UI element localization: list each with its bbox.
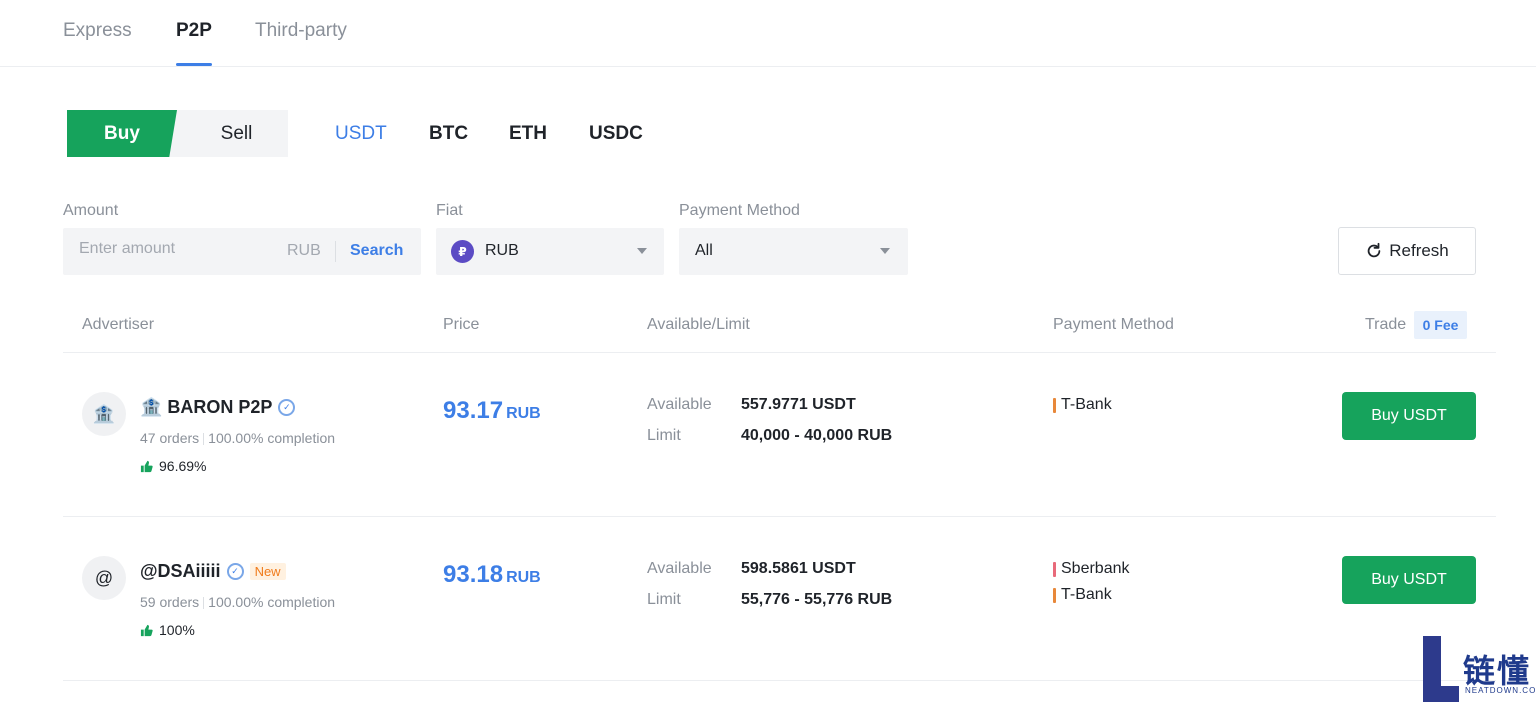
amount-divider xyxy=(335,241,336,262)
zero-fee-badge: 0 Fee xyxy=(1414,311,1467,339)
payment-color-bar xyxy=(1053,587,1056,603)
payment-method-value: All xyxy=(695,242,713,259)
rating-value: 96.69% xyxy=(159,458,207,474)
limit-value: 55,776 - 55,776 RUB xyxy=(741,591,893,608)
verified-icon: ✓ xyxy=(226,563,244,580)
amount-unit: RUB xyxy=(287,242,321,259)
chevron-down-icon xyxy=(637,248,647,254)
payment-method-label: Payment Method xyxy=(679,202,800,219)
watermark-logo: 链懂 NEATDOWN.COM xyxy=(1423,636,1536,705)
tab-express[interactable]: Express xyxy=(63,20,132,42)
refresh-icon xyxy=(1367,242,1381,258)
fiat-label: Fiat xyxy=(436,202,463,219)
refresh-button[interactable]: Refresh xyxy=(1338,227,1476,275)
available-label: Available xyxy=(647,560,712,577)
payment-method-select[interactable]: All xyxy=(679,228,908,275)
payment-method-tag: Sberbank xyxy=(1053,560,1130,578)
buy-usdt-button[interactable]: Buy USDT xyxy=(1342,556,1476,604)
thumbs-up-icon xyxy=(140,460,153,472)
header-trade: Trade xyxy=(1365,316,1407,333)
search-button[interactable]: Search xyxy=(350,242,403,260)
ruble-icon: ₽ xyxy=(451,240,474,263)
table-row: 🏦 🏦 BARON P2P ✓ 47 orders 100.00% complet… xyxy=(0,353,1536,516)
avatar: 🏦 xyxy=(82,392,126,436)
coin-tab-btc[interactable]: BTC xyxy=(429,123,468,145)
divider xyxy=(63,680,1496,681)
payment-method-name: T-Bank xyxy=(1061,586,1112,603)
buy-usdt-button[interactable]: Buy USDT xyxy=(1342,392,1476,440)
watermark-l-base xyxy=(1423,686,1459,702)
fiat-value: RUB xyxy=(485,242,519,259)
payment-method-tag: T-Bank xyxy=(1053,586,1112,604)
price-value: 93.18 xyxy=(443,561,504,588)
new-badge: New xyxy=(249,563,286,580)
stats-divider xyxy=(203,433,205,446)
amount-field: RUB Search xyxy=(63,228,421,275)
advertiser-name-text: 🏦 BARON P2P xyxy=(140,397,273,417)
sell-toggle-button[interactable]: Sell xyxy=(185,110,288,157)
price-value: 93.17 xyxy=(443,397,504,424)
payment-method-name: T-Bank xyxy=(1061,396,1112,413)
buy-sell-toggle: Buy Sell xyxy=(67,110,288,157)
amount-label: Amount xyxy=(63,202,119,219)
limit-value: 40,000 - 40,000 RUB xyxy=(741,427,893,444)
stats-divider xyxy=(203,597,205,610)
coin-tab-usdt[interactable]: USDT xyxy=(335,123,387,145)
header-payment-method: Payment Method xyxy=(1053,316,1174,333)
advertiser-name[interactable]: @DSAiiiii ✓ New xyxy=(140,561,286,582)
avatar: @ xyxy=(82,556,126,600)
orders-count: 59 orders xyxy=(140,594,200,610)
completion-rate: 100.00% completion xyxy=(208,430,336,446)
refresh-label: Refresh xyxy=(1389,241,1449,260)
payment-color-bar xyxy=(1053,397,1056,413)
advertiser-stats: 47 orders 100.00% completion xyxy=(140,430,335,446)
coin-tab-eth[interactable]: ETH xyxy=(509,123,547,145)
price: 93.17 RUB xyxy=(443,397,541,425)
buy-toggle-button[interactable]: Buy xyxy=(67,110,177,157)
table-row: @ @DSAiiiii ✓ New 59 orders 100.00% compl… xyxy=(0,517,1536,680)
header-advertiser: Advertiser xyxy=(82,316,155,333)
rating: 100% xyxy=(140,622,195,638)
active-tab-indicator xyxy=(176,63,212,66)
tab-p2p[interactable]: P2P xyxy=(176,20,212,66)
watermark-subtext: NEATDOWN.COM xyxy=(1465,686,1536,695)
price: 93.18 RUB xyxy=(443,561,541,589)
thumbs-up-icon xyxy=(140,624,153,636)
available-label: Available xyxy=(647,396,712,413)
header-price: Price xyxy=(443,316,480,333)
rating-value: 100% xyxy=(159,622,195,638)
advertiser-name-text: @DSAiiiii xyxy=(140,561,221,581)
header-available-limit: Available/Limit xyxy=(647,316,750,333)
amount-input[interactable] xyxy=(79,240,269,258)
completion-rate: 100.00% completion xyxy=(208,594,336,610)
payment-method-name: Sberbank xyxy=(1061,560,1130,577)
limit-label: Limit xyxy=(647,427,681,444)
tab-third-party[interactable]: Third-party xyxy=(255,20,347,42)
payment-method-tag: T-Bank xyxy=(1053,396,1112,414)
top-tab-bar: Express P2P Third-party xyxy=(0,0,1536,67)
chevron-down-icon xyxy=(880,248,890,254)
price-currency: RUB xyxy=(506,569,541,586)
available-value: 598.5861 USDT xyxy=(741,560,856,577)
available-value: 557.9771 USDT xyxy=(741,396,856,413)
advertiser-name[interactable]: 🏦 BARON P2P ✓ xyxy=(140,397,296,418)
limit-label: Limit xyxy=(647,591,681,608)
advertiser-stats: 59 orders 100.00% completion xyxy=(140,594,335,610)
fiat-select[interactable]: ₽ RUB xyxy=(436,228,664,275)
tab-p2p-label: P2P xyxy=(176,20,212,41)
payment-color-bar xyxy=(1053,561,1056,577)
rating: 96.69% xyxy=(140,458,206,474)
verified-icon: ✓ xyxy=(278,399,296,416)
coin-tab-usdc[interactable]: USDC xyxy=(589,123,643,145)
price-currency: RUB xyxy=(506,405,541,422)
orders-count: 47 orders xyxy=(140,430,200,446)
